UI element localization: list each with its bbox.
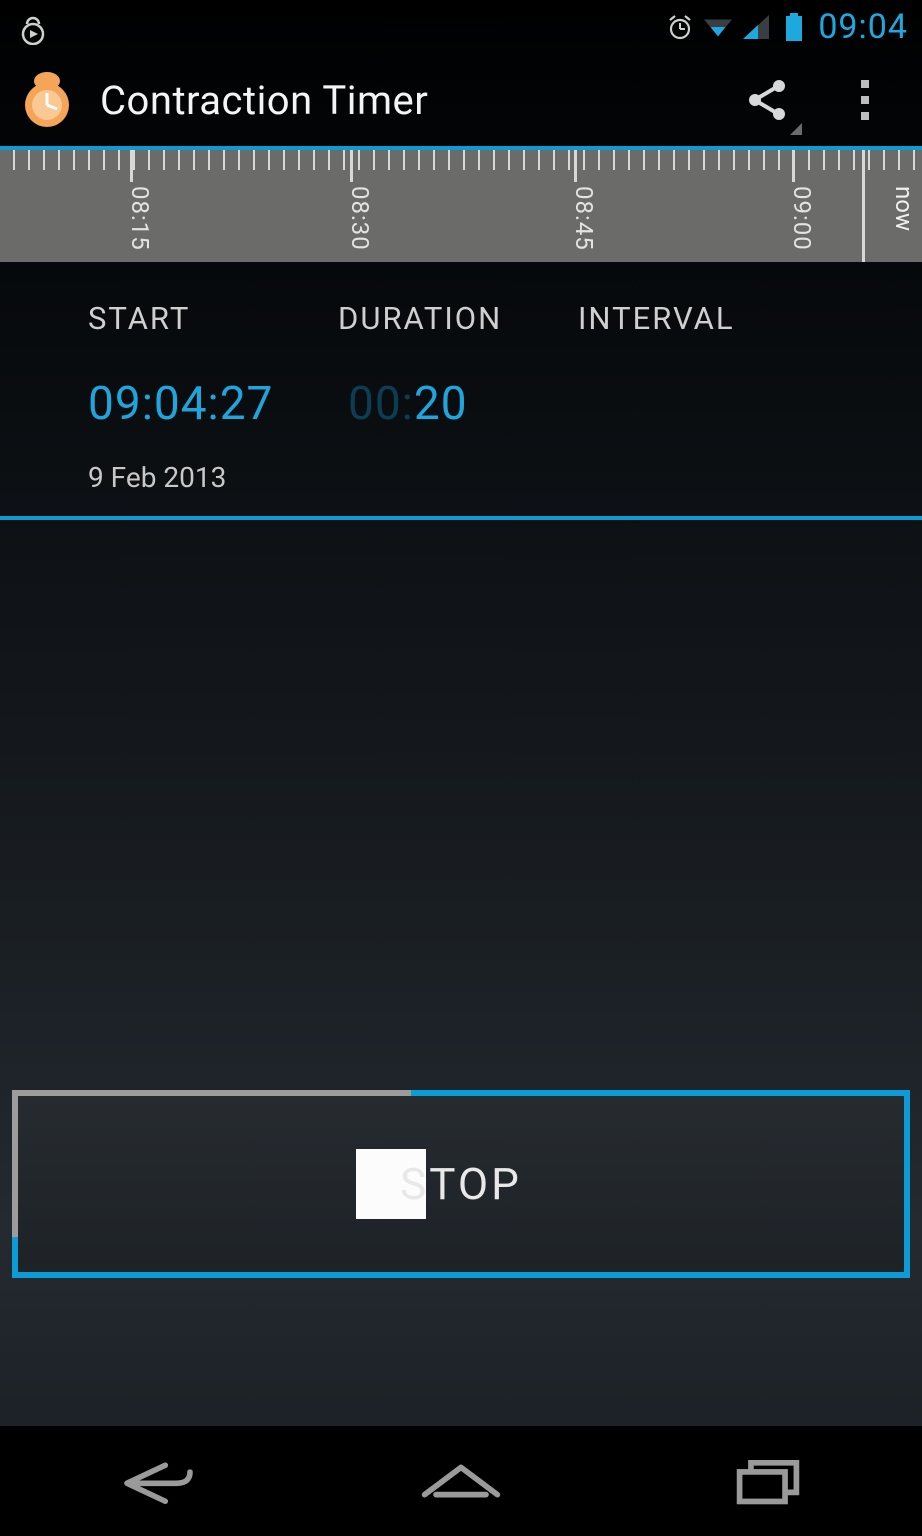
- app-icon: [18, 71, 76, 129]
- cell-signal-icon: [742, 13, 770, 41]
- ruler-label: 08:30: [346, 186, 374, 251]
- overflow-menu-button[interactable]: [828, 69, 902, 131]
- wifi-icon: [704, 13, 732, 41]
- android-status-bar: 09:04: [0, 0, 922, 54]
- ruler-label: 08:15: [126, 186, 154, 251]
- share-dropdown-caret-icon: [790, 123, 802, 135]
- current-start-time: 09:04:27: [88, 377, 348, 431]
- empty-area: [0, 520, 922, 1090]
- back-button[interactable]: [99, 1451, 209, 1511]
- lock-play-icon: [16, 9, 50, 45]
- column-headers: START DURATION INTERVAL: [0, 262, 922, 363]
- overflow-icon: [845, 80, 885, 120]
- ruler-label: 09:00: [788, 186, 816, 251]
- ruler-now-label: now: [890, 186, 918, 231]
- battery-icon: [780, 13, 808, 41]
- android-nav-bar: [0, 1426, 922, 1536]
- col-duration: DURATION: [338, 300, 578, 337]
- col-start: START: [88, 300, 338, 337]
- col-interval: INTERVAL: [578, 300, 735, 337]
- ruler-label: 08:45: [570, 186, 598, 251]
- stop-button[interactable]: STOP: [12, 1090, 910, 1278]
- current-contraction-row: 09:04:27 00:20 9 Feb 2013: [0, 363, 922, 516]
- timeline-ruler[interactable]: 08:15 08:30 08:45 09:00 now: [0, 146, 922, 262]
- recent-apps-button[interactable]: [713, 1451, 823, 1511]
- stop-label: STOP: [400, 1158, 522, 1210]
- home-button[interactable]: [406, 1451, 516, 1511]
- current-date: 9 Feb 2013: [88, 461, 922, 516]
- action-bar: Contraction Timer: [0, 54, 922, 146]
- share-button[interactable]: [730, 69, 804, 131]
- current-duration: 00:20: [348, 377, 468, 431]
- app-title: Contraction Timer: [100, 77, 706, 124]
- status-clock: 09:04: [818, 7, 908, 47]
- alarm-icon: [666, 13, 694, 41]
